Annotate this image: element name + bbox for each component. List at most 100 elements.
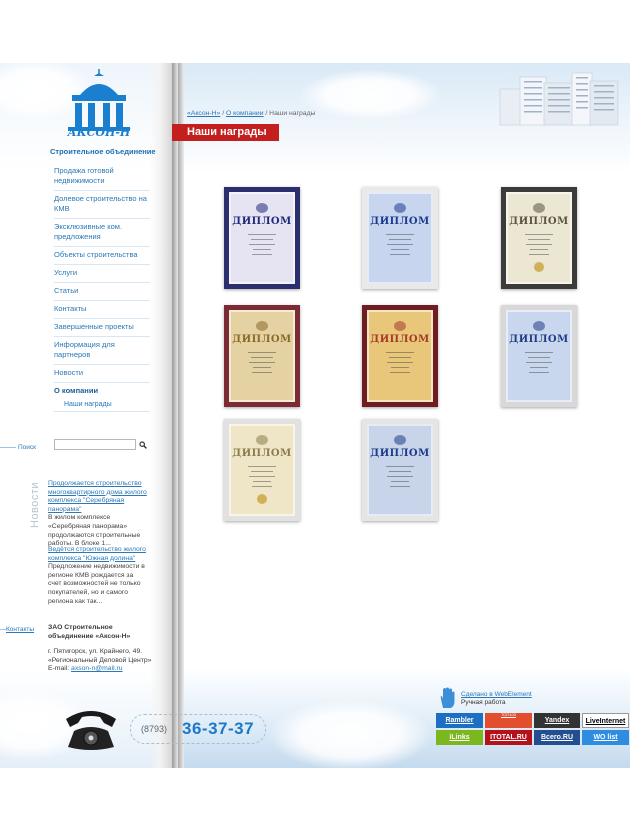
breadcrumb-separator: / bbox=[222, 110, 225, 117]
diploma-paper: ДИПЛОМ bbox=[229, 424, 295, 516]
menu-item-exclusive-offers[interactable]: Эксклюзивные ком. предложения bbox=[54, 219, 150, 247]
phone-code: (8793) bbox=[141, 724, 168, 734]
counter-label: Rambler bbox=[445, 717, 474, 724]
counter-badge-yandex[interactable]: Yandex bbox=[534, 713, 580, 728]
contacts-link[interactable]: Контакты bbox=[6, 626, 34, 633]
counter-badge-liveinternet[interactable]: LiveInternet bbox=[582, 713, 629, 728]
counter-badge-top[interactable]: ТОП100 bbox=[485, 713, 532, 728]
counter-label: iLinks bbox=[449, 734, 470, 741]
menu-subitem-awards[interactable]: Наши награды bbox=[54, 400, 150, 412]
counter-badge-ilinks[interactable]: iLinks bbox=[436, 730, 483, 745]
logo-tagline: Строительное объединение bbox=[50, 147, 156, 156]
diploma-text-lines bbox=[245, 234, 279, 259]
menu-item-construction-objects[interactable]: Объекты строительства bbox=[54, 247, 150, 265]
breadcrumb-section[interactable]: О компании bbox=[226, 110, 264, 117]
award-diploma-thumbnail[interactable]: ДИПЛОМ bbox=[501, 187, 577, 289]
webelement-subtitle: Ручная работа bbox=[461, 699, 506, 706]
webelement-link[interactable]: Сделано в WebElement bbox=[461, 691, 532, 698]
diploma-emblem-icon bbox=[533, 203, 545, 213]
diploma-title: ДИПЛОМ bbox=[509, 216, 569, 227]
search-divider bbox=[0, 447, 16, 448]
menu-item-news[interactable]: Новости bbox=[54, 365, 150, 383]
menu-item-shared-construction[interactable]: Долевое строительство на КМВ bbox=[54, 191, 150, 219]
news-excerpt: Предложение недвижимости в регионе КМВ р… bbox=[48, 563, 145, 605]
breadcrumb: «Аксон-Н» / О компании / Наши награды bbox=[187, 110, 315, 117]
diploma-paper: ДИПЛОМ bbox=[367, 310, 433, 402]
diploma-title: ДИПЛОМ bbox=[370, 334, 430, 345]
news-item: Продолжается строительство многоквартирн… bbox=[48, 480, 148, 549]
phone-number: 36-37-37 bbox=[182, 719, 255, 738]
email-link[interactable]: axson-n@mail.ru bbox=[71, 665, 122, 672]
diploma-emblem-icon bbox=[394, 321, 406, 331]
diploma-text-lines bbox=[522, 234, 556, 259]
menu-item-ready-property[interactable]: Продажа готовой недвижимости bbox=[54, 163, 150, 191]
counter-label: WO list bbox=[593, 734, 618, 741]
news-item: Ведётся строительство жилого комплекса "… bbox=[48, 546, 148, 606]
award-diploma-thumbnail[interactable]: ДИПЛОМ bbox=[224, 305, 300, 407]
search-input[interactable] bbox=[54, 439, 136, 450]
counter-label: Yandex bbox=[544, 717, 570, 724]
award-diploma-thumbnail[interactable]: ДИПЛОМ bbox=[224, 419, 300, 521]
hand-icon bbox=[440, 687, 455, 708]
cloud-decoration bbox=[270, 700, 430, 770]
menu-item-partners-info[interactable]: Информация для партнеров bbox=[54, 337, 150, 365]
diploma-emblem-icon bbox=[533, 321, 545, 331]
counter-badge-rambler[interactable]: Rambler bbox=[436, 713, 483, 728]
company-address-center: «Региональный Деловой Центр» bbox=[48, 656, 152, 664]
counter-badge-wolist[interactable]: WO list bbox=[582, 730, 629, 745]
news-heading-vertical: Новости bbox=[29, 481, 41, 528]
diploma-text-lines bbox=[245, 352, 279, 377]
company-email-row: E-mail: axson-n@mail.ru bbox=[48, 665, 123, 672]
menu-item-contacts[interactable]: Контакты bbox=[54, 301, 150, 319]
diploma-text-lines bbox=[245, 466, 279, 491]
cloud-decoration bbox=[300, 70, 440, 120]
company-name: ЗАО Строительное объединение «Аксон-Н» bbox=[48, 624, 131, 640]
award-diploma-thumbnail[interactable]: ДИПЛОМ bbox=[362, 187, 438, 289]
award-diploma-thumbnail[interactable]: ДИПЛОМ bbox=[224, 187, 300, 289]
diploma-paper: ДИПЛОМ bbox=[367, 192, 433, 284]
counter-badge-itotal[interactable]: ITOTAL.RU bbox=[485, 730, 532, 745]
book-spine-shadow bbox=[150, 63, 184, 768]
search-label: Поиск bbox=[18, 444, 37, 451]
diploma-paper: ДИПЛОМ bbox=[367, 424, 433, 516]
diploma-text-lines bbox=[383, 466, 417, 491]
counter-sub: ТОП100 bbox=[501, 713, 516, 717]
news-title-link[interactable]: Продолжается строительство многоквартирн… bbox=[48, 480, 148, 514]
diploma-title: ДИПЛОМ bbox=[232, 448, 292, 459]
diploma-emblem-icon bbox=[256, 435, 268, 445]
diploma-title: ДИПЛОМ bbox=[370, 216, 430, 227]
counter-badge-vsego[interactable]: Всего.RU bbox=[534, 730, 580, 745]
news-title-link[interactable]: Ведётся строительство жилого комплекса "… bbox=[48, 546, 148, 563]
diploma-text-lines bbox=[383, 234, 417, 259]
diploma-emblem-icon bbox=[394, 435, 406, 445]
diploma-title: ДИПЛОМ bbox=[509, 334, 569, 345]
counter-label: Всего.RU bbox=[541, 734, 573, 741]
book-spine-edge bbox=[172, 63, 178, 768]
news-excerpt: В жилом комплексе «Серебряная панорама» … bbox=[48, 514, 141, 548]
counter-label: ITOTAL.RU bbox=[490, 734, 527, 741]
menu-item-articles[interactable]: Статьи bbox=[54, 283, 150, 301]
diploma-paper: ДИПЛОМ bbox=[506, 192, 572, 284]
email-label: E-mail: bbox=[48, 665, 70, 672]
menu-item-services[interactable]: Услуги bbox=[54, 265, 150, 283]
breadcrumb-separator: / bbox=[265, 110, 268, 117]
award-diploma-thumbnail[interactable]: ДИПЛОМ bbox=[362, 305, 438, 407]
search-icon[interactable] bbox=[139, 441, 147, 449]
diploma-title: ДИПЛОМ bbox=[232, 334, 292, 345]
diploma-seal-icon bbox=[257, 494, 267, 504]
diploma-paper: ДИПЛОМ bbox=[229, 192, 295, 284]
menu-item-about[interactable]: О компании bbox=[54, 383, 150, 400]
page-title: Наши награды bbox=[187, 126, 267, 138]
diploma-paper: ДИПЛОМ bbox=[229, 310, 295, 402]
breadcrumb-current: Наши награды bbox=[269, 110, 316, 117]
logo-text: АКСОН-Н bbox=[67, 126, 131, 139]
menu-item-completed-projects[interactable]: Завершенные проекты bbox=[54, 319, 150, 337]
award-diploma-thumbnail[interactable]: ДИПЛОМ bbox=[362, 419, 438, 521]
breadcrumb-home[interactable]: «Аксон-Н» bbox=[187, 110, 220, 117]
company-info: ЗАО Строительное объединение «Аксон-Н» г… bbox=[48, 624, 152, 674]
main-menu: Продажа готовой недвижимости Долевое стр… bbox=[54, 163, 150, 412]
diploma-paper: ДИПЛОМ bbox=[506, 310, 572, 402]
award-diploma-thumbnail[interactable]: ДИПЛОМ bbox=[501, 305, 577, 407]
diploma-emblem-icon bbox=[394, 203, 406, 213]
counter-label: LiveInternet bbox=[585, 718, 626, 725]
